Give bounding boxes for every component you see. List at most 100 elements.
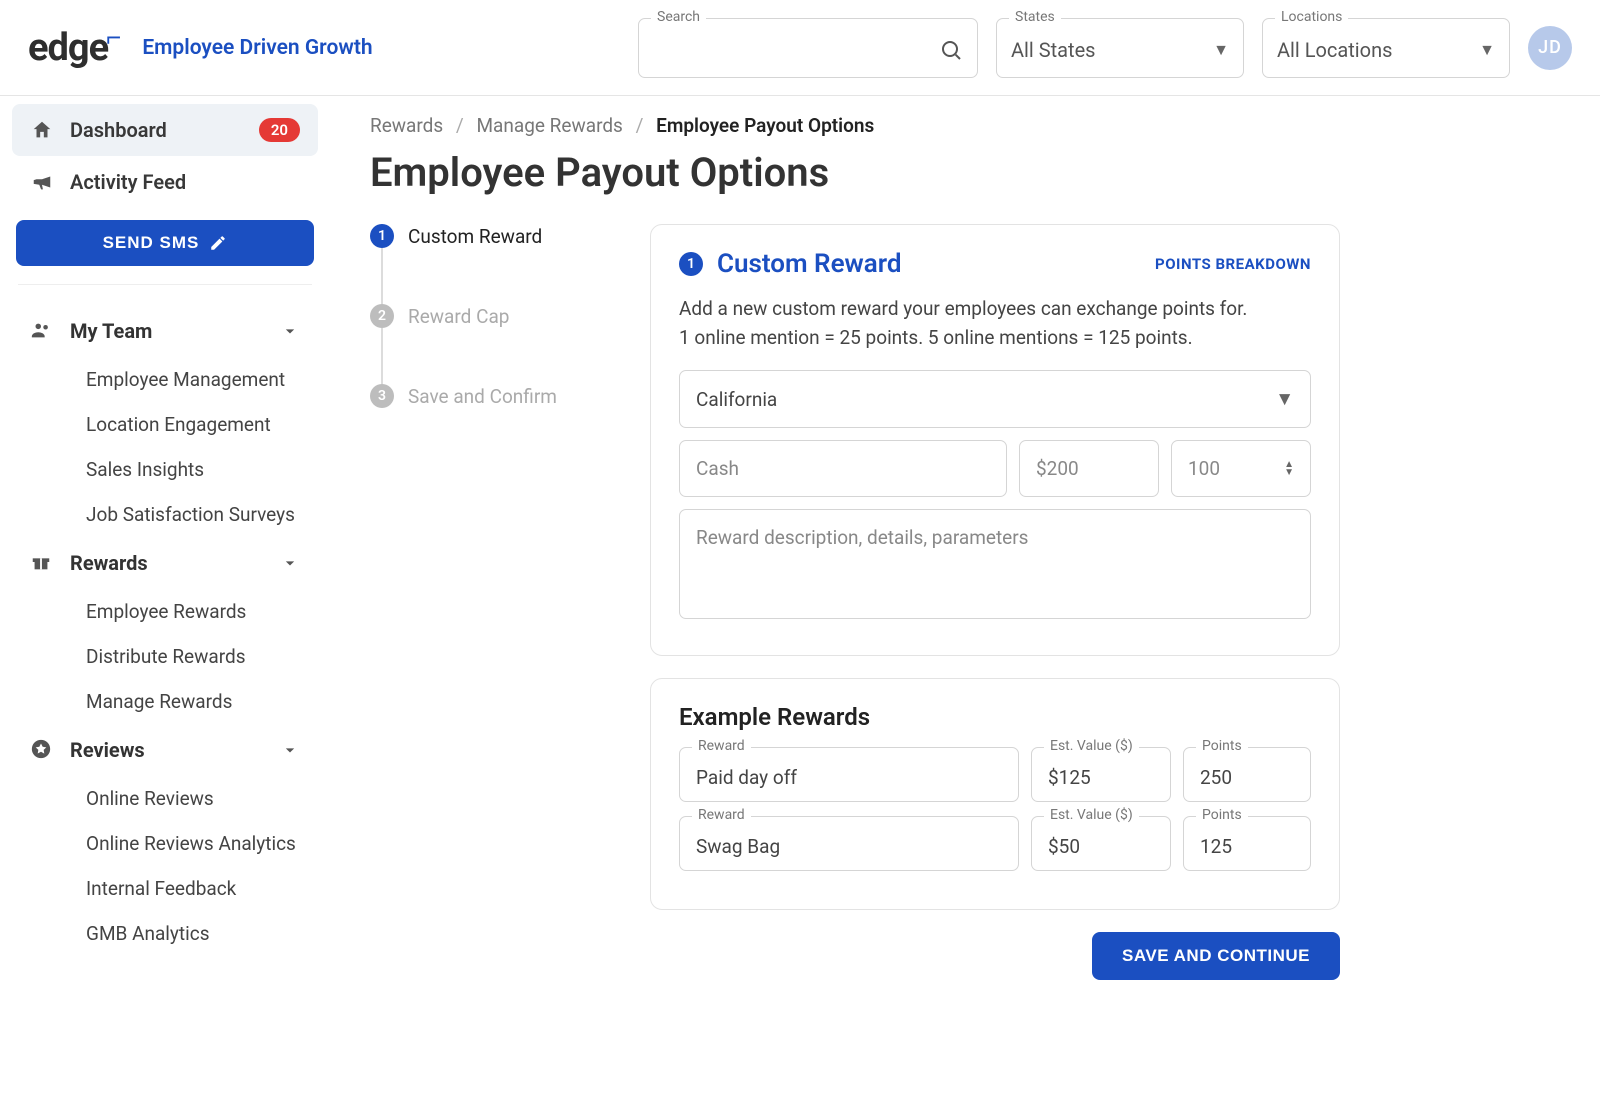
example-points-value: 125 <box>1200 835 1232 858</box>
step-2-dot: 2 <box>370 304 394 328</box>
sidebar-item-employee-management[interactable]: Employee Management <box>12 357 318 402</box>
search-label: Search <box>651 9 706 25</box>
breadcrumb-current: Employee Payout Options <box>656 114 874 137</box>
states-dropdown[interactable]: States All States ▼ <box>996 18 1244 78</box>
card-step-dot: 1 <box>679 252 703 276</box>
logo[interactable]: edge ⌐ <box>28 29 120 67</box>
save-and-continue-button[interactable]: SAVE AND CONTINUE <box>1092 932 1340 980</box>
example-points-input[interactable]: Points 125 <box>1183 816 1311 871</box>
states-label: States <box>1009 9 1061 25</box>
sidebar-item-location-engagement[interactable]: Location Engagement <box>12 402 318 447</box>
example-rewards-title: Example Rewards <box>679 703 1311 731</box>
step-custom-reward[interactable]: 1 Custom Reward <box>370 224 610 248</box>
example-points-value: 250 <box>1200 766 1232 789</box>
example-reward-value: Paid day off <box>696 766 797 789</box>
reward-value-input[interactable]: $200 <box>1019 440 1159 497</box>
tagline: Employee Driven Growth <box>142 36 372 60</box>
example-value-value: $125 <box>1048 766 1091 789</box>
reward-value-placeholder: $200 <box>1036 457 1079 480</box>
search-icon <box>939 38 963 62</box>
example-value-input[interactable]: Est. Value ($) $50 <box>1031 816 1171 871</box>
state-value: California <box>696 388 777 411</box>
section-reviews[interactable]: Reviews <box>12 724 318 776</box>
locations-value: All Locations <box>1277 38 1392 62</box>
nav-activity-feed-label: Activity Feed <box>70 170 300 194</box>
reward-description-placeholder: Reward description, details, parameters <box>696 526 1029 549</box>
nav-activity-feed[interactable]: Activity Feed <box>12 156 318 208</box>
sidebar-item-gmb-analytics[interactable]: GMB Analytics <box>12 911 318 956</box>
nav-dashboard[interactable]: Dashboard 20 <box>12 104 318 156</box>
sidebar-item-online-reviews[interactable]: Online Reviews <box>12 776 318 821</box>
send-sms-label: SEND SMS <box>103 233 200 253</box>
step-connector <box>381 328 383 384</box>
example-reward-input[interactable]: Reward Paid day off <box>679 747 1019 802</box>
number-spinner-icon[interactable]: ▲▼ <box>1284 461 1294 477</box>
state-select[interactable]: California ▼ <box>679 370 1311 428</box>
step-save-confirm[interactable]: 3 Save and Confirm <box>370 384 610 408</box>
section-my-team-label: My Team <box>70 319 152 343</box>
breadcrumb-manage-rewards[interactable]: Manage Rewards <box>476 114 622 137</box>
page-title: Employee Payout Options <box>370 149 1560 196</box>
section-rewards-label: Rewards <box>70 551 148 575</box>
main: Rewards / Manage Rewards / Employee Payo… <box>330 96 1600 1111</box>
step-1-label: Custom Reward <box>408 225 542 248</box>
step-3-dot: 3 <box>370 384 394 408</box>
reward-points-input[interactable]: 100 ▲▼ <box>1171 440 1311 497</box>
breadcrumb-rewards[interactable]: Rewards <box>370 114 443 137</box>
section-rewards[interactable]: Rewards <box>12 537 318 589</box>
avatar[interactable]: JD <box>1528 26 1572 70</box>
locations-dropdown[interactable]: Locations All Locations ▼ <box>1262 18 1510 78</box>
step-reward-cap[interactable]: 2 Reward Cap <box>370 304 610 328</box>
sidebar-item-sales-insights[interactable]: Sales Insights <box>12 447 318 492</box>
send-sms-button[interactable]: SEND SMS <box>16 220 314 266</box>
label-points: Points <box>1196 807 1248 823</box>
chevron-down-icon: ▼ <box>1213 40 1229 60</box>
search-input[interactable]: Search <box>638 18 978 78</box>
sidebar-item-job-satisfaction-surveys[interactable]: Job Satisfaction Surveys <box>12 492 318 537</box>
breadcrumb: Rewards / Manage Rewards / Employee Payo… <box>370 114 1560 137</box>
logo-mark-icon: ⌐ <box>106 25 120 51</box>
label-est-value: Est. Value ($) <box>1044 807 1139 823</box>
step-1-dot: 1 <box>370 224 394 248</box>
logo-text: edge <box>28 29 108 67</box>
chevron-down-icon: ▼ <box>1479 40 1495 60</box>
chevron-down-icon <box>280 553 300 573</box>
stepper: 1 Custom Reward 2 Reward Cap 3 Save and … <box>370 224 610 980</box>
reward-name-input[interactable]: Cash <box>679 440 1007 497</box>
card-custom-reward: 1 Custom Reward POINTS BREAKDOWN Add a n… <box>650 224 1340 656</box>
states-value: All States <box>1011 38 1096 62</box>
gift-icon <box>30 551 54 575</box>
card-example-rewards: Example Rewards Reward Paid day off Est.… <box>650 678 1340 910</box>
chevron-down-icon <box>280 321 300 341</box>
label-reward: Reward <box>692 807 751 823</box>
step-connector <box>381 248 383 304</box>
label-points: Points <box>1196 738 1248 754</box>
example-value-input[interactable]: Est. Value ($) $125 <box>1031 747 1171 802</box>
people-icon <box>30 319 54 343</box>
home-icon <box>30 118 54 142</box>
header-controls: Search States All States ▼ Locations All… <box>638 18 1572 78</box>
example-reward-input[interactable]: Reward Swag Bag <box>679 816 1019 871</box>
reward-points-placeholder: 100 <box>1188 457 1220 480</box>
sidebar-item-distribute-rewards[interactable]: Distribute Rewards <box>12 634 318 679</box>
chevron-down-icon: ▼ <box>1275 387 1294 411</box>
card-description: Add a new custom reward your employees c… <box>679 295 1311 352</box>
points-breakdown-link[interactable]: POINTS BREAKDOWN <box>1155 255 1311 273</box>
example-points-input[interactable]: Points 250 <box>1183 747 1311 802</box>
divider <box>18 284 312 285</box>
locations-label: Locations <box>1275 9 1348 25</box>
sidebar: Dashboard 20 Activity Feed SEND SMS My T… <box>0 96 330 1111</box>
step-2-label: Reward Cap <box>408 305 509 328</box>
sidebar-item-employee-rewards[interactable]: Employee Rewards <box>12 589 318 634</box>
section-my-team[interactable]: My Team <box>12 305 318 357</box>
card-title: Custom Reward <box>717 249 901 279</box>
sidebar-item-online-reviews-analytics[interactable]: Online Reviews Analytics <box>12 821 318 866</box>
sidebar-item-internal-feedback[interactable]: Internal Feedback <box>12 866 318 911</box>
sidebar-item-manage-rewards[interactable]: Manage Rewards <box>12 679 318 724</box>
reward-description-textarea[interactable]: Reward description, details, parameters <box>679 509 1311 619</box>
label-est-value: Est. Value ($) <box>1044 738 1139 754</box>
section-reviews-label: Reviews <box>70 738 145 762</box>
step-3-label: Save and Confirm <box>408 385 557 408</box>
example-reward-value: Swag Bag <box>696 835 780 858</box>
nav-dashboard-label: Dashboard <box>70 118 243 142</box>
